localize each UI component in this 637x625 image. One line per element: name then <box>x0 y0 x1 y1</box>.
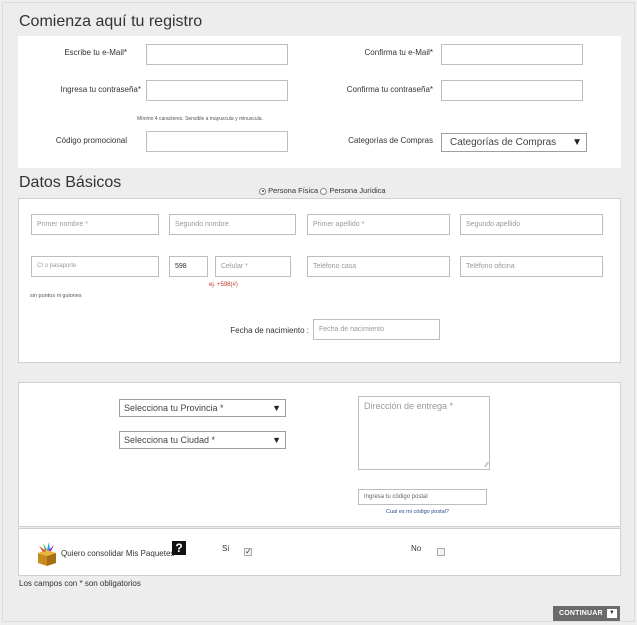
packages-icon <box>34 541 60 567</box>
continue-button[interactable]: CONTINUAR ▼ <box>553 606 620 621</box>
check-icon: ✓ <box>245 547 252 556</box>
address-placeholder: Dirección de entrega * <box>364 401 454 411</box>
resize-handle-icon[interactable]: ⁄⁄ <box>486 462 488 469</box>
help-icon[interactable]: ? <box>172 541 186 555</box>
password-label: Ingresa tu contraseña* <box>60 85 142 94</box>
confirm-email-input[interactable] <box>441 44 583 65</box>
cellular-example: ej. +598(#) <box>209 282 238 288</box>
ci-hint: sin puntos ni guiones <box>30 293 82 299</box>
ci-input[interactable]: CI o pasaporte <box>31 256 159 277</box>
chevron-down-icon: ▼ <box>572 137 582 148</box>
no-label: No <box>411 544 422 553</box>
email-label: Escribe tu e-Mail* <box>64 48 127 57</box>
categories-select[interactable]: Categorías de Compras ▼ <box>441 133 587 152</box>
radio-persona-juridica[interactable] <box>320 187 328 195</box>
categories-select-value: Categorías de Compras <box>450 137 557 148</box>
radio-persona-juridica-label: Persona Jurídica <box>329 186 386 195</box>
birth-date-input[interactable]: Fecha de nacimiento <box>313 319 440 340</box>
si-label: Si <box>222 544 230 553</box>
promo-label: Código promocional <box>55 136 127 145</box>
required-note: Los campos con * son obligatorios <box>19 579 141 588</box>
first-name-input[interactable]: Primer nombre * <box>31 214 159 235</box>
email-input[interactable] <box>146 44 288 65</box>
country-code-input[interactable]: 598 <box>169 256 208 277</box>
registro-title: Comienza aquí tu registro <box>19 13 203 30</box>
password-hint: Mínimo 4 caracteres. Sensible a mayuscul… <box>137 116 263 122</box>
city-select[interactable]: Selecciona tu Ciudad * ▼ <box>119 431 286 449</box>
no-checkbox[interactable] <box>437 548 445 556</box>
postal-code-input[interactable]: Ingresa tu código postal <box>358 489 487 505</box>
second-name-input[interactable]: Segundo nombre <box>169 214 296 235</box>
cellular-input[interactable]: Celular * <box>215 256 291 277</box>
si-checkbox[interactable]: ✓ <box>244 548 252 556</box>
confirm-password-input[interactable] <box>441 80 583 101</box>
home-phone-input[interactable]: Teléfono casa <box>307 256 450 277</box>
continue-button-label: CONTINUAR <box>559 610 603 617</box>
second-surname-input[interactable]: Segundo apellido <box>460 214 603 235</box>
direccion-panel <box>18 382 621 527</box>
office-phone-input[interactable]: Teléfono oficina <box>460 256 603 277</box>
promo-input[interactable] <box>146 131 288 152</box>
chevron-down-icon: ▼ <box>272 435 281 445</box>
radio-persona-fisica[interactable] <box>259 187 266 195</box>
confirm-email-label: Confirma tu e-Mail* <box>364 48 433 57</box>
first-surname-input[interactable]: Primer apellido * <box>307 214 450 235</box>
chevron-down-icon: ▼ <box>607 609 617 618</box>
confirm-password-label: Confirma tu contraseña* <box>346 85 433 94</box>
province-select[interactable]: Selecciona tu Provincia * ▼ <box>119 399 286 417</box>
paquetes-label: Quiero consolidar Mis Paquetes <box>61 549 175 558</box>
city-select-value: Selecciona tu Ciudad * <box>124 435 216 445</box>
categories-label: Categorías de Compras <box>348 136 433 145</box>
birth-label: Fecha de nacimiento : <box>230 326 309 335</box>
address-textarea[interactable]: Dirección de entrega * ⁄⁄ <box>358 396 490 470</box>
password-input[interactable] <box>146 80 288 101</box>
radio-persona-fisica-label: Persona Física <box>268 186 319 195</box>
chevron-down-icon: ▼ <box>272 403 281 413</box>
registration-page: Comienza aquí tu registro Escribe tu e-M… <box>2 2 635 622</box>
province-select-value: Selecciona tu Provincia * <box>124 403 224 413</box>
datos-title: Datos Básicos <box>19 174 122 191</box>
postal-code-link[interactable]: Cual es mi código postal? <box>386 509 449 515</box>
person-type-radios: Persona Física Persona Jurídica <box>259 186 386 195</box>
